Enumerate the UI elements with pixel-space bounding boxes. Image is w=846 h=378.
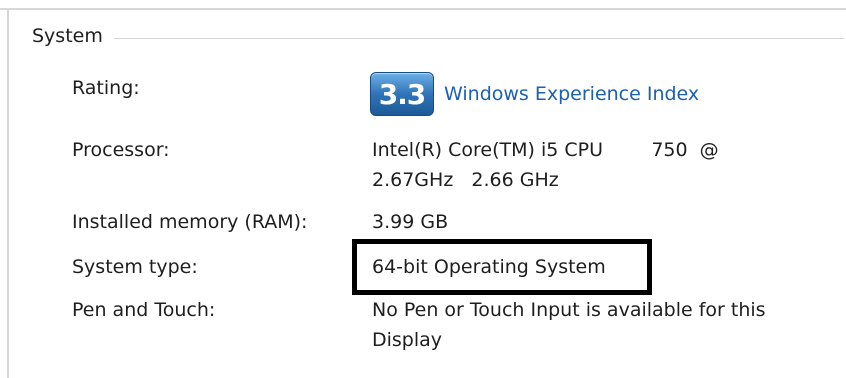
panel-left-border	[7, 8, 9, 378]
processor-value-line1: Intel(R) Core(TM) i5 CPU 750 @	[372, 139, 719, 161]
group-separator	[114, 38, 844, 39]
processor-value-line2: 2.67GHz 2.66 GHz	[372, 169, 559, 191]
highlight-box	[352, 239, 652, 295]
windows-experience-index-link[interactable]: Windows Experience Index	[444, 80, 699, 108]
processor-label: Processor:	[72, 139, 170, 161]
pen-touch-value-line1: No Pen or Touch Input is available for t…	[372, 299, 766, 321]
pen-touch-label: Pen and Touch:	[72, 299, 216, 321]
panel-top-border	[0, 8, 846, 10]
system-panel: System Rating: 3.3 Windows Experience In…	[0, 0, 846, 378]
memory-label: Installed memory (RAM):	[72, 211, 308, 233]
rating-score-badge[interactable]: 3.3	[370, 72, 434, 116]
system-type-label: System type:	[72, 256, 198, 278]
pen-touch-value-line2: Display	[372, 329, 443, 351]
group-title: System	[32, 23, 107, 49]
rating-label: Rating:	[72, 77, 140, 99]
memory-value: 3.99 GB	[372, 211, 449, 233]
